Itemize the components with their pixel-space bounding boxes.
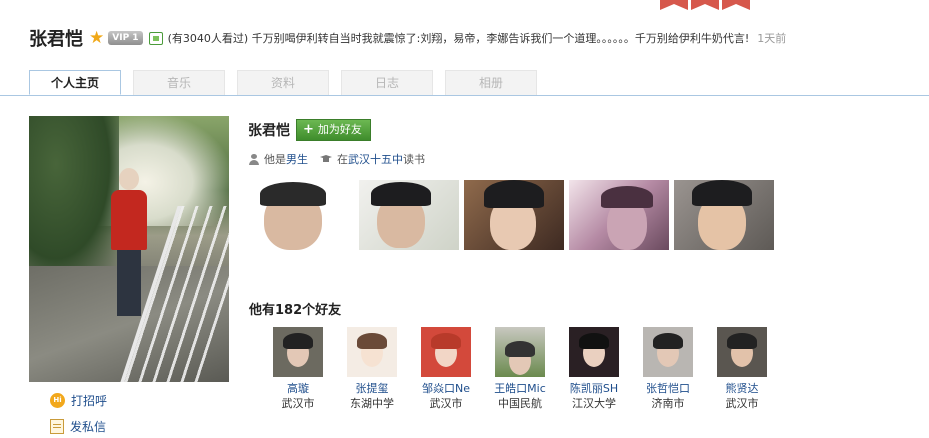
person-icon xyxy=(249,153,259,165)
school-link[interactable]: 武汉十五中 xyxy=(348,151,403,167)
gender-link[interactable]: 男生 xyxy=(286,151,308,167)
photo-strip xyxy=(254,180,779,250)
message-icon xyxy=(50,419,64,434)
greet-label[interactable]: 打招呼 xyxy=(71,392,107,409)
friend-place: 中国民航 xyxy=(498,397,542,410)
ribbon-shape xyxy=(691,0,719,10)
top-decoration xyxy=(660,0,750,10)
friends-title: 他有182个好友 xyxy=(249,303,342,318)
friend-avatar[interactable] xyxy=(421,327,471,377)
greet-button[interactable]: Hi 打招呼 xyxy=(50,392,107,409)
status-text[interactable]: (有3040人看过) 千万别喝伊利转自当时我就震惊了:刘翔，易帝，李娜告诉我们一… xyxy=(168,30,750,46)
profile-info: 他是 男生 在 武汉十五中 读书 xyxy=(249,151,425,167)
tab-music[interactable]: 音乐 xyxy=(133,70,225,95)
friend-name[interactable]: 熊贤达 xyxy=(705,381,779,396)
friend-avatar[interactable] xyxy=(347,327,397,377)
friend-place: 武汉市 xyxy=(281,397,315,410)
star-icon[interactable]: ★ xyxy=(89,29,104,47)
tab-home[interactable]: 个人主页 xyxy=(29,70,121,95)
friend-avatar[interactable] xyxy=(717,327,767,377)
photo-thumbnail[interactable] xyxy=(254,180,354,250)
friend-name[interactable]: 张提玺 xyxy=(335,381,409,396)
friend-place: 东湖中学 xyxy=(350,397,394,410)
profile-name: 张君恺 xyxy=(248,123,290,139)
tab-album[interactable]: 相册 xyxy=(445,70,537,95)
friend-avatar[interactable] xyxy=(273,327,323,377)
friend-name[interactable]: 高璇 xyxy=(261,381,335,396)
status-time: 1天前 xyxy=(757,32,787,45)
photo-thumbnail[interactable] xyxy=(674,180,774,250)
friend-avatar[interactable] xyxy=(569,327,619,377)
status-icon xyxy=(148,31,163,45)
friend-place: 武汉市 xyxy=(429,397,463,410)
ribbon-shape xyxy=(660,0,688,10)
header-user-name: 张君恺 xyxy=(29,29,83,50)
tab-blog[interactable]: 日志 xyxy=(341,70,433,95)
message-label[interactable]: 发私信 xyxy=(70,418,106,435)
friend-place: 江汉大学 xyxy=(572,397,616,410)
school-suffix: 读书 xyxy=(403,153,425,166)
profile-photo[interactable] xyxy=(29,116,229,382)
friend-avatar[interactable] xyxy=(495,327,545,377)
friends-list: 高璇 武汉市 张提玺 东湖中学 邹焱口Ne 武汉市 王皓口Mic 中国民航 陈凯… xyxy=(273,327,791,411)
friend-place: 武汉市 xyxy=(725,397,759,410)
profile-header: 张君恺 ★ VIP 1 (有3040人看过) 千万别喝伊利转自当时我就震惊了:刘… xyxy=(29,26,919,50)
friend-name[interactable]: 邹焱口Ne xyxy=(409,381,483,396)
friend-place: 济南市 xyxy=(651,397,685,410)
profile-tabs: 个人主页 音乐 资料 日志 相册 xyxy=(29,70,547,95)
hi-icon: Hi xyxy=(50,393,65,408)
profile-name-row: 张君恺 + 加为好友 xyxy=(248,119,371,141)
photo-thumbnail[interactable] xyxy=(359,180,459,250)
add-friend-label: 加为好友 xyxy=(317,123,362,136)
school-prefix: 在 xyxy=(337,153,348,166)
graduation-cap-icon xyxy=(320,154,332,164)
tab-divider xyxy=(0,95,929,96)
ribbon-shape xyxy=(722,0,750,10)
friend-item[interactable]: 熊贤达 武汉市 xyxy=(717,327,791,411)
plus-icon: + xyxy=(303,122,314,137)
friend-name[interactable]: 张哲恺口 xyxy=(631,381,705,396)
vip-badge[interactable]: VIP 1 xyxy=(108,31,143,45)
photo-thumbnail[interactable] xyxy=(569,180,669,250)
tab-info[interactable]: 资料 xyxy=(237,70,329,95)
add-friend-button[interactable]: + 加为好友 xyxy=(296,119,371,141)
friend-name[interactable]: 陈凯丽SH xyxy=(557,381,631,396)
friend-avatar[interactable] xyxy=(643,327,693,377)
photo-thumbnail[interactable] xyxy=(464,180,564,250)
message-button[interactable]: 发私信 xyxy=(50,418,106,435)
gender-prefix: 他是 xyxy=(264,153,286,166)
friend-name[interactable]: 王皓口Mic xyxy=(483,381,557,396)
